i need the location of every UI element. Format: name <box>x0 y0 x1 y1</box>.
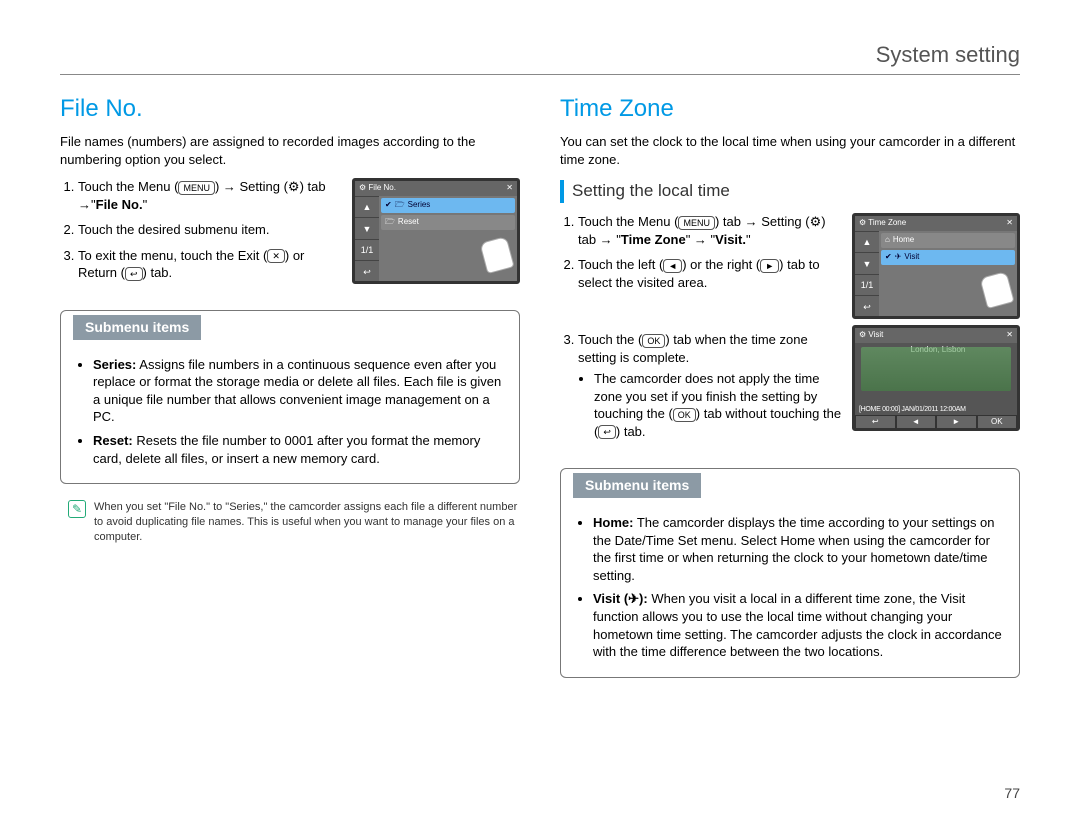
ok-icon: OK <box>642 334 665 348</box>
submenu-reset: Reset: Resets the file number to 0001 af… <box>93 432 505 467</box>
gear-icon: ⚙ <box>288 179 300 194</box>
time-zone-subhead: Setting the local time <box>560 180 1020 203</box>
page-number: 77 <box>1004 784 1020 803</box>
submenu-series: Series: Assigns file numbers in a contin… <box>93 356 505 426</box>
note-text: When you set "File No." to "Series," the… <box>94 500 520 545</box>
time-zone-intro: You can set the clock to the local time … <box>560 133 1020 168</box>
return-icon: ↩ <box>598 425 616 439</box>
left-column: File No. File names (numbers) are assign… <box>60 93 520 678</box>
submenu-title: Submenu items <box>73 315 201 340</box>
gear-icon: ⚙ <box>810 214 822 229</box>
time-zone-screen-2: ⚙ Visit ✕ London, Lisbon [HOME 00:00] JA… <box>852 325 1020 431</box>
screen-title-bar: ⚙ File No. ✕ <box>355 181 517 196</box>
return-icon: ↩ <box>355 260 379 282</box>
content-columns: File No. File names (numbers) are assign… <box>60 93 1020 678</box>
menu-icon: MENU <box>178 181 215 195</box>
screen-page: 1/1 <box>855 274 879 296</box>
time-zone-title: Time Zone <box>560 93 1020 125</box>
right-icon: ► <box>760 259 779 273</box>
left-icon: ◄ <box>896 415 937 429</box>
file-no-title: File No. <box>60 93 520 125</box>
screen-page: 1/1 <box>355 239 379 261</box>
tz-step-1: Touch the Menu (MENU) tab → Setting (⚙) … <box>578 213 845 248</box>
left-icon: ◄ <box>663 259 682 273</box>
return-icon: ↩ <box>855 415 896 429</box>
map-status: [HOME 00:00] JAN/01/2011 12:00AM <box>859 405 1013 414</box>
hand-cursor-icon <box>477 235 513 271</box>
screen-title-bar: ⚙ Visit ✕ <box>855 328 1017 343</box>
ok-icon: OK <box>673 408 696 422</box>
close-icon: ✕ <box>506 183 513 194</box>
tz-step-3: Touch the (OK) tab when the time zone se… <box>578 331 845 440</box>
ok-icon: OK <box>977 415 1018 429</box>
time-zone-submenu-list: Home: The camcorder displays the time ac… <box>575 514 1005 660</box>
up-icon: ▲ <box>855 231 879 253</box>
screen-title-bar: ⚙ Time Zone ✕ <box>855 216 1017 231</box>
up-icon: ▲ <box>355 196 379 218</box>
time-zone-steps: Touch the Menu (MENU) tab → Setting (⚙) … <box>560 213 845 291</box>
menu-icon: MENU <box>678 216 715 230</box>
hand-cursor-icon <box>977 270 1013 306</box>
close-icon: ✕ <box>1006 330 1013 341</box>
right-column: Time Zone You can set the clock to the l… <box>560 93 1020 678</box>
world-map-icon <box>861 347 1011 391</box>
submenu-home: Home: The camcorder displays the time ac… <box>593 514 1005 584</box>
screen-side-buttons: ▲ ▼ 1/1 ↩ <box>855 231 879 317</box>
down-icon: ▼ <box>355 217 379 239</box>
return-icon: ↩ <box>855 295 879 317</box>
right-icon: ► <box>936 415 977 429</box>
note-icon: ✎ <box>68 500 86 518</box>
screen-row-home: ⌂ Home <box>881 233 1015 248</box>
screen-row-reset: 🗁 Reset <box>381 215 515 230</box>
file-no-intro: File names (numbers) are assigned to rec… <box>60 133 520 168</box>
tz-step-2: Touch the left (◄) or the right (►) tab … <box>578 256 845 291</box>
time-zone-submenu-box: Submenu items Home: The camcorder displa… <box>560 468 1020 677</box>
screen-row-series: ✔ 🗁 Series <box>381 198 515 213</box>
page-header: System setting <box>60 40 1020 75</box>
time-zone-screen-1: ⚙ Time Zone ✕ ▲ ▼ 1/1 ↩ ⌂ Home ✔ ✈ Visit <box>852 213 1020 319</box>
tz-step-3-note: The camcorder does not apply the time zo… <box>594 370 845 440</box>
file-no-submenu-box: Submenu items Series: Assigns file numbe… <box>60 310 520 484</box>
map-buttons: ↩ ◄ ► OK <box>855 415 1017 429</box>
time-zone-steps-cont: Touch the (OK) tab when the time zone se… <box>560 331 845 440</box>
submenu-title: Submenu items <box>573 473 701 498</box>
close-icon: ✕ <box>1006 218 1013 229</box>
down-icon: ▼ <box>855 252 879 274</box>
screen-side-buttons: ▲ ▼ 1/1 ↩ <box>355 196 379 282</box>
file-no-submenu-list: Series: Assigns file numbers in a contin… <box>75 356 505 467</box>
file-no-screen: ⚙ File No. ✕ ▲ ▼ 1/1 ↩ ✔ 🗁 Series 🗁 Rese… <box>352 178 520 284</box>
screen-row-visit: ✔ ✈ Visit <box>881 250 1015 265</box>
x-icon: ✕ <box>267 249 285 263</box>
return-icon: ↩ <box>125 267 143 281</box>
file-no-note: ✎ When you set "File No." to "Series," t… <box>60 500 520 545</box>
submenu-visit: Visit (✈): When you visit a local in a d… <box>593 590 1005 660</box>
